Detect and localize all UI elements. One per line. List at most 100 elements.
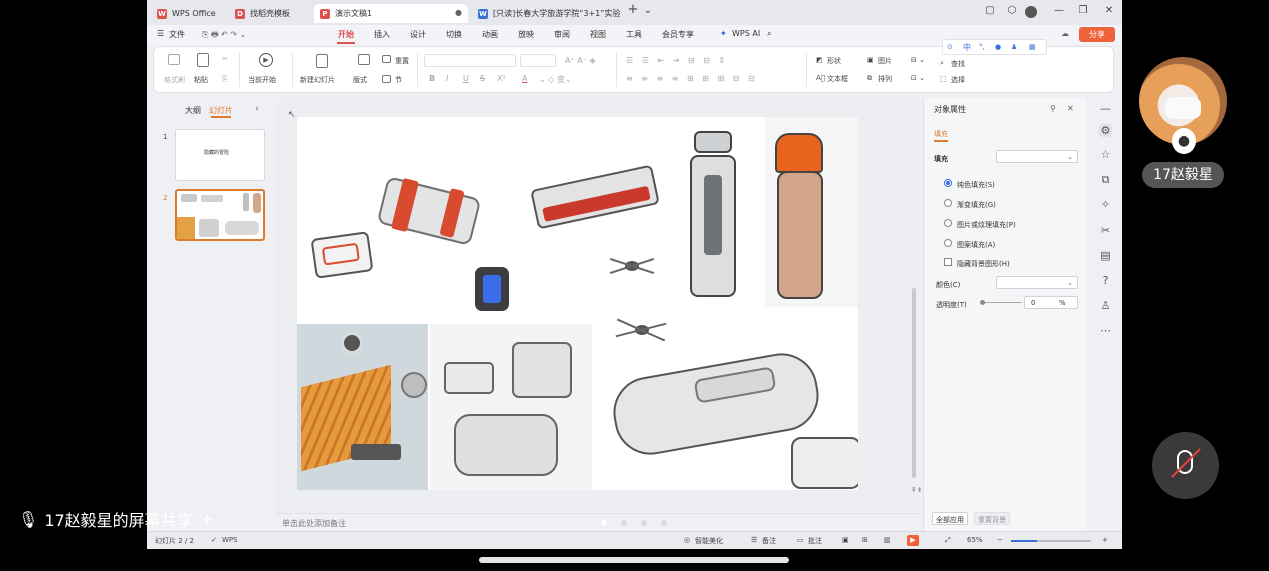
book-icon[interactable]: ▤ [1099,249,1112,262]
properties-icon[interactable]: ⚙ [1099,124,1112,137]
hide-bg-checkbox[interactable] [944,258,952,266]
ime-punct-icon[interactable]: °, [979,43,985,51]
vertical-scrollbar[interactable] [912,288,916,478]
mute-mic-button[interactable] [1152,432,1219,499]
option-solid-fill[interactable]: 纯色填充(S) [957,180,995,190]
play-slideshow-button[interactable]: ▶ [907,535,919,546]
more-arrange-icon[interactable]: ⊡ ⌄ [911,74,925,82]
font-size-select[interactable] [520,54,556,67]
transparency-input[interactable]: 0 % [1024,296,1078,309]
normal-view-icon[interactable]: ▣ [842,536,849,544]
zoom-in-icon[interactable]: + [1102,536,1108,544]
panel-title[interactable]: 对象属性 [934,104,966,115]
radio-gradient-fill[interactable] [944,199,952,207]
tab-docer[interactable]: D 找稻壳模板 [229,4,309,23]
color-select[interactable]: ⌄ [996,276,1078,289]
cube-icon[interactable]: ⬡ [1005,5,1019,16]
collapse-icon[interactable]: — [1099,102,1112,115]
menu-design[interactable]: 设计 [410,29,426,40]
picture-button[interactable]: 图片 [878,56,892,66]
section-icon[interactable] [382,75,391,83]
list-format-icons[interactable]: ☰ ☰ ⇤ ⇥ ⊟ ⊟ ⇕ [626,56,728,65]
font-grow-icon[interactable]: A⁺ A⁻ ◈ [565,56,596,65]
option-picture-fill[interactable]: 图片或纹理填充(P) [957,220,1016,230]
menu-transition[interactable]: 切换 [446,29,462,40]
select-button[interactable]: 选择 [951,75,965,85]
slide-thumbnail-2[interactable] [175,189,265,241]
layout-button[interactable]: 版式 [353,75,367,85]
shape-button[interactable]: 形状 [827,56,841,66]
format-painter-button[interactable]: 格式刷 [164,75,185,85]
shirt-icon[interactable]: ♙ [1099,299,1112,312]
underline-button[interactable]: U [463,74,469,83]
more-icon[interactable]: ⋯ [1099,324,1112,337]
window-layout-icon[interactable]: ▢ [983,5,997,16]
capsule-sketch-image[interactable] [595,337,858,490]
reset-button[interactable]: 重置 [395,56,409,66]
paste-icon[interactable] [197,53,209,67]
transparency-slider[interactable] [980,300,1022,305]
suitcase-sketch-image[interactable] [375,167,483,246]
reset-bg-button[interactable]: 重置背景 [974,512,1010,525]
cloud-icon[interactable]: ☁ [1061,29,1069,38]
page-dot[interactable] [661,520,667,526]
fit-icon[interactable]: ⤢ [945,536,951,545]
tab-outline[interactable]: 大纲 [185,105,201,116]
pin-icon[interactable]: ⚲ [1050,104,1056,113]
slider-thumb[interactable] [980,300,985,305]
maximize-icon[interactable]: ❐ [1076,5,1090,16]
tray-sketch-image[interactable] [530,164,660,230]
close-tab-icon[interactable]: ● [455,8,462,17]
cut-icon[interactable]: ✂ [222,55,228,63]
zoom-level[interactable]: 65% [967,536,983,544]
search-icon[interactable]: ⌕ [767,29,771,39]
reading-view-icon[interactable]: ▥ [884,536,891,544]
lantern-sketch-image[interactable] [475,267,509,311]
fill-section-label[interactable]: 填充 [934,154,948,164]
page-dot[interactable] [601,520,607,526]
smart-beautify-button[interactable]: 智能美化 [695,536,723,546]
folding-panel-photo[interactable] [297,324,428,490]
tab-presentation[interactable]: P 演示文稿1 ● [314,4,468,23]
more-insert-icon[interactable]: ⊟ ⌄ [911,56,925,64]
zoom-out-icon[interactable]: − [997,536,1003,544]
wps-ai-button[interactable]: WPS AI [732,29,760,38]
bold-button[interactable]: B [429,74,435,83]
textbox-button[interactable]: 文本框 [827,74,848,84]
notes-button[interactable]: 备注 [762,536,776,546]
radio-picture-fill[interactable] [944,219,952,227]
menu-slideshow[interactable]: 放映 [518,29,534,40]
hamburger-icon[interactable]: ☰ [157,29,164,38]
font-color-button[interactable]: A [522,74,527,83]
slide-thumbnail-1[interactable]: 隐藏的冒险 [175,129,265,181]
expand-button[interactable]: + [201,510,214,529]
user-avatar-icon[interactable] [1025,6,1037,18]
sorter-view-icon[interactable]: ⊞ [862,536,868,544]
share-button[interactable]: 分享 [1079,27,1115,42]
quick-access-icons[interactable]: ⎘ 🖶 ↶ ↷ ⌄ [202,29,246,43]
menu-member[interactable]: 会员专享 [662,29,694,40]
format-painter-icon[interactable] [168,54,180,65]
close-window-icon[interactable]: ✕ [1102,5,1116,16]
start-from-current-button[interactable]: 当前开始 [248,75,276,85]
ime-chinese-button[interactable]: 中 [963,42,971,53]
magic-icon[interactable]: ✧ [1099,198,1112,211]
find-button[interactable]: 查找 [951,59,965,69]
minimize-icon[interactable]: — [1052,5,1066,16]
notes-pane[interactable]: 单击此处添加备注 [276,513,919,531]
ime-logo-icon[interactable]: ⊙ [947,43,953,51]
page-dot[interactable] [621,520,627,526]
reset-icon[interactable] [382,55,391,63]
tab-fill[interactable]: 填充 [934,129,948,139]
tab-wps-office[interactable]: W WPS Office [151,4,223,23]
ime-user-icon[interactable]: ♟ [1011,43,1017,51]
radio-pattern-fill[interactable] [944,239,952,247]
fill-type-select[interactable]: ⌄ [996,150,1078,163]
option-pattern-fill[interactable]: 图案填充(A) [957,240,995,250]
flask-sketch-image[interactable] [765,117,858,307]
ime-grid-icon[interactable]: ▦ [1029,43,1036,51]
help-icon[interactable]: ? [1099,274,1112,287]
arrange-button[interactable]: 排列 [878,74,892,84]
scroll-arrow-icon[interactable]: ⇞⇟ [911,486,923,494]
font-family-select[interactable] [424,54,516,67]
